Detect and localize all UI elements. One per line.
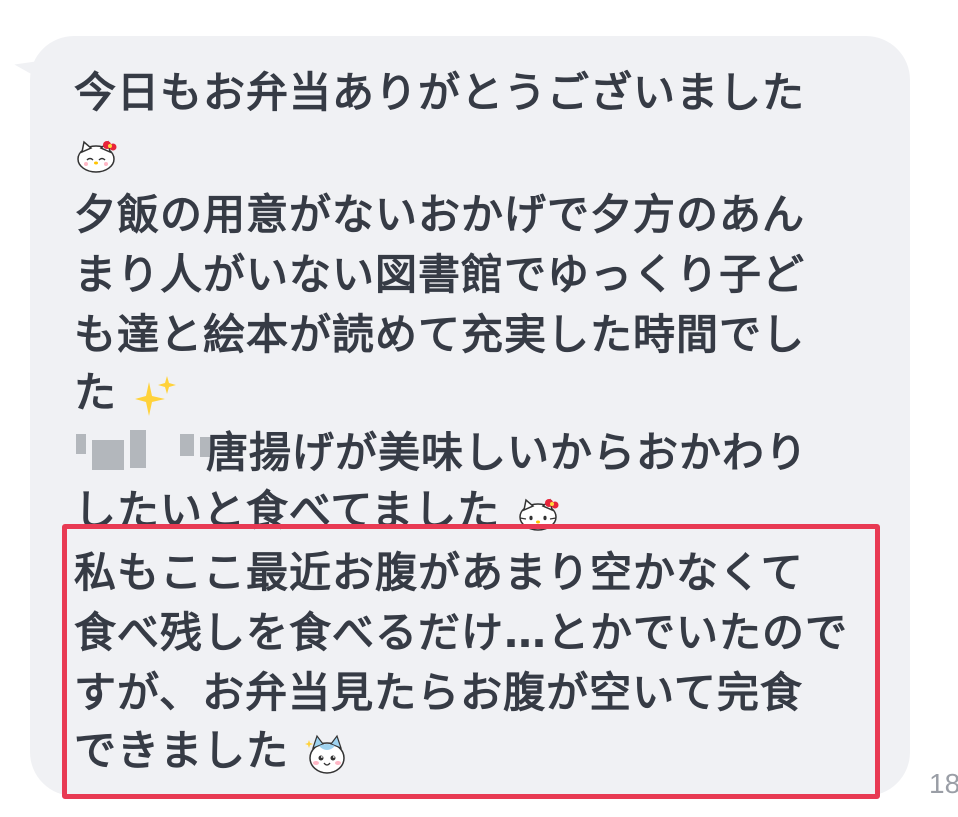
highlight-box [62, 524, 880, 799]
sparkles-icon [134, 375, 176, 416]
message-line-6-text: た [74, 368, 118, 417]
message-line-5: も達と絵本が読めて充実した時間でし [74, 310, 806, 359]
message-line-3: 夕飯の用意がないおかげで夕方のあん [74, 190, 806, 239]
message-line-2 [74, 132, 118, 178]
hello-kitty-icon [77, 140, 117, 173]
message-line-1: 今日もお弁当ありがとうございました [74, 68, 806, 117]
message-line-7: 唐揚げが美味しいからおかわり [206, 428, 809, 477]
redacted-name [76, 428, 216, 470]
message-line-6: た [74, 372, 177, 418]
message-line-4: まり人がいない図書館でゆっくり子ど [74, 250, 806, 299]
message-timestamp: 18 [929, 768, 958, 799]
